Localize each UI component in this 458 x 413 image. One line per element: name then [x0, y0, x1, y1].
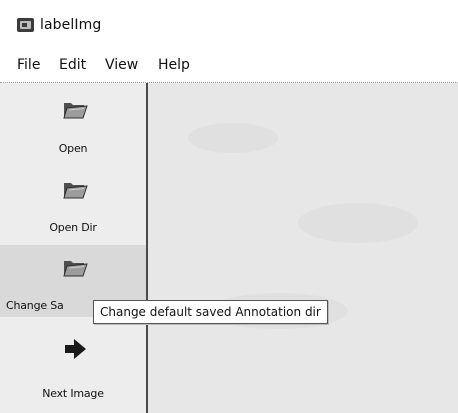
canvas-texture — [298, 203, 418, 243]
canvas-texture — [188, 123, 278, 153]
folder-open-icon — [62, 97, 88, 121]
tool-bar: Open Open Dir Change Sa Next Image — [0, 83, 148, 413]
labelimg-app-icon — [17, 18, 34, 32]
next-image-button[interactable]: Next Image — [0, 317, 146, 413]
open-button[interactable]: Open — [0, 83, 146, 161]
window-title: labelImg — [40, 17, 102, 33]
folder-open-icon — [62, 177, 88, 201]
title-bar: labelImg — [0, 0, 458, 50]
next-image-label: Next Image — [42, 387, 104, 400]
menu-bar: File Edit View Help — [0, 50, 458, 83]
image-canvas[interactable] — [148, 83, 458, 413]
menu-file[interactable]: File — [17, 57, 40, 73]
open-dir-button[interactable]: Open Dir — [0, 161, 146, 245]
arrow-right-icon — [62, 337, 88, 361]
open-label: Open — [58, 142, 88, 155]
menu-help[interactable]: Help — [158, 57, 190, 73]
tooltip: Change default saved Annotation dir — [93, 300, 328, 324]
folder-open-icon — [62, 255, 88, 279]
menu-view[interactable]: View — [105, 57, 138, 73]
labelimg-window: labelImg File Edit View Help Open Open D… — [0, 0, 458, 413]
menu-edit[interactable]: Edit — [59, 57, 86, 73]
open-dir-label: Open Dir — [49, 221, 97, 234]
